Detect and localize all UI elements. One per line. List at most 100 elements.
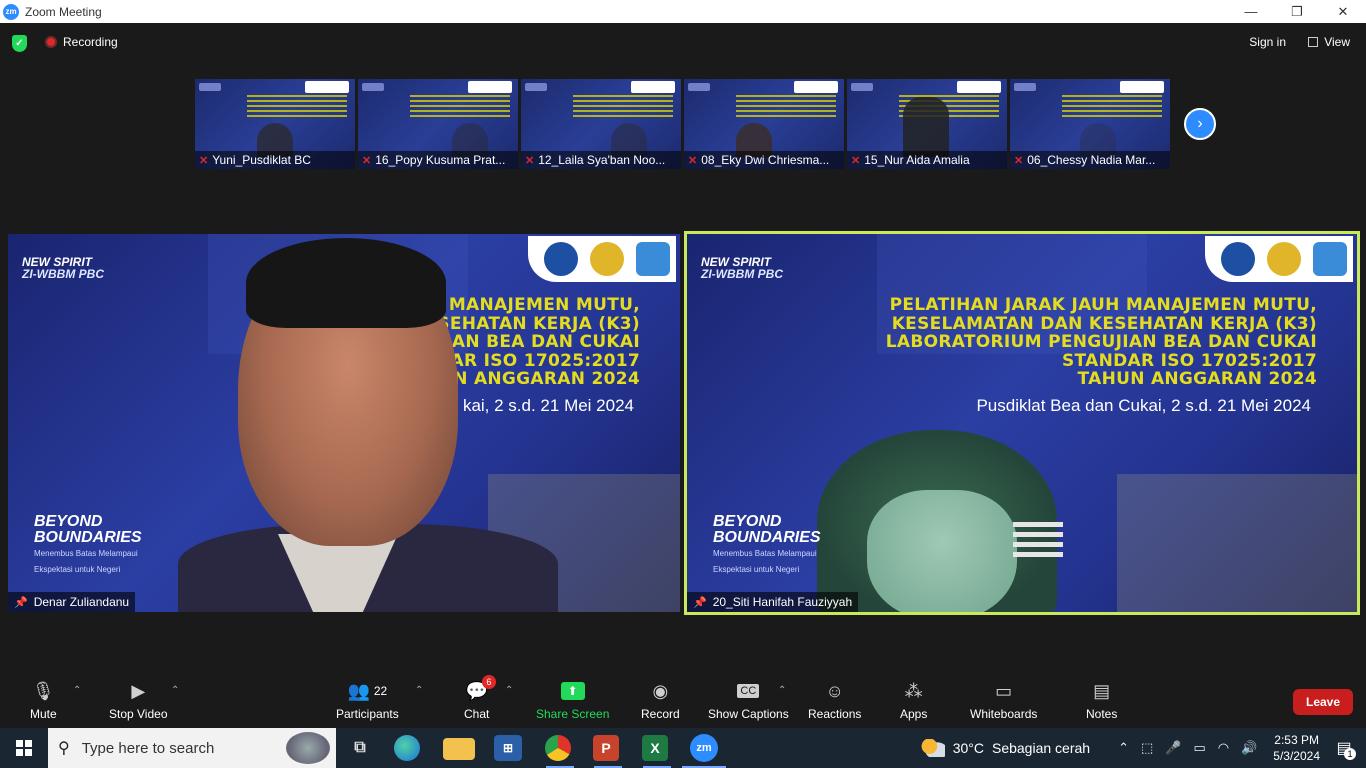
participant-face <box>867 490 1017 612</box>
wifi-icon[interactable]: ◠ <box>1218 740 1229 756</box>
minimize-button[interactable]: — <box>1228 0 1274 23</box>
security-shield-icon[interactable]: ✓ <box>12 35 27 52</box>
participant-name: 20_Siti Hanifah Fauziyyah <box>712 595 853 609</box>
edge-browser-icon[interactable] <box>394 735 420 761</box>
slide-subline-partial: kai, 2 s.d. 21 Mei 2024 <box>462 396 634 415</box>
participant-thumbnail[interactable]: ✕ 12_Laila Sya'ban Noo... <box>521 79 681 169</box>
participant-thumbnail[interactable]: ✕ 15_Nur Aida Amalia <box>847 79 1007 169</box>
mic-muted-icon: ✕ <box>688 154 698 167</box>
share-screen-button[interactable]: ⬆ Share Screen <box>536 679 609 721</box>
participants-icon: 👥 22 <box>347 680 388 701</box>
captions-options-caret-icon[interactable]: ⌃ <box>778 685 786 696</box>
recording-indicator[interactable]: Recording <box>45 35 118 49</box>
windows-logo-icon <box>16 740 32 756</box>
show-hidden-icons-chevron-icon[interactable]: ⌃ <box>1118 740 1129 756</box>
participant-thumbnail[interactable]: ✕ 16_Popy Kusuma Prat... <box>358 79 518 169</box>
participant-name: Denar Zuliandanu <box>33 595 130 609</box>
slide-subline: Pusdiklat Bea dan Cukai, 2 s.d. 21 Mei 2… <box>976 396 1311 415</box>
whiteboard-icon: ▭ <box>995 680 1013 701</box>
chat-unread-badge: 6 <box>481 675 496 689</box>
participant-thumbnail[interactable]: ✕ 06_Chessy Nadia Mar... <box>1010 79 1170 169</box>
organization-logos <box>1205 236 1353 282</box>
notes-button[interactable]: ▤ Notes <box>1086 679 1117 722</box>
start-button[interactable] <box>0 728 48 768</box>
notes-document-icon: ▤ <box>1093 680 1111 701</box>
microphone-in-use-icon[interactable]: 🎤 <box>1165 740 1181 756</box>
microsoft-store-icon[interactable]: ⊞ <box>494 735 522 761</box>
participant-thumbnail[interactable]: ✕ Yuni_Pusdiklat BC <box>195 79 355 169</box>
participant-name: 15_Nur Aida Amalia <box>864 153 970 167</box>
mute-button[interactable]: 🎙 Mute <box>30 679 57 722</box>
clock-time: 2:53 PM <box>1274 733 1319 747</box>
apps-grid-icon: ⁂ <box>904 680 923 701</box>
chat-options-caret-icon[interactable]: ⌃ <box>505 685 513 696</box>
bea-cukai-logo-icon <box>590 242 624 276</box>
chrome-browser-icon[interactable] <box>545 735 571 761</box>
bea-cukai-logo-icon <box>1267 242 1301 276</box>
notification-center-icon[interactable]: ▤ 1 <box>1330 736 1358 760</box>
participants-button[interactable]: 👥 22 Participants <box>336 679 399 722</box>
powerpoint-icon[interactable]: P <box>593 735 619 761</box>
search-placeholder: Type here to search <box>81 739 215 757</box>
whiteboards-button[interactable]: ▭ Whiteboards <box>970 679 1037 722</box>
view-button[interactable]: View <box>1308 35 1350 49</box>
new-spirit-badge: NEW SPIRIT ZI-WBBM PBC <box>22 255 104 281</box>
partly-cloudy-weather-icon[interactable] <box>920 739 945 757</box>
close-button[interactable]: ✕ <box>1320 0 1366 23</box>
search-icon: ⚲ <box>58 740 70 757</box>
grid-view-icon <box>1308 37 1319 47</box>
windows-taskbar: ⚲ Type here to search ⧉ ⊞ P X zm 30°C Se… <box>0 728 1366 768</box>
zoom-logo-icon: zm <box>3 3 19 20</box>
smiley-plus-icon: ☺ <box>825 680 844 701</box>
task-view-icon[interactable]: ⧉ <box>344 732 376 764</box>
microphone-icon: 🎙 <box>31 680 55 701</box>
window-titlebar: zm Zoom Meeting — ❐ ✕ <box>0 0 1366 23</box>
video-options-caret-icon[interactable]: ⌃ <box>171 685 179 696</box>
pin-icon: 📌 <box>693 596 707 609</box>
slide-heading-partial: H MANAJEMEN MUTU, SEHATAN KERJA (K3) JIA… <box>428 295 640 389</box>
system-clock[interactable]: 2:53 PM 5/3/2024 <box>1273 732 1320 764</box>
meeting-area: ✓ Recording Sign in View ✕ Yuni_Pusdiklat… <box>0 23 1366 728</box>
meeting-topbar: ✓ Recording Sign in View <box>0 23 1366 63</box>
view-label: View <box>1324 35 1350 49</box>
next-page-arrow-icon[interactable]: › <box>1184 108 1216 140</box>
organization-logos <box>528 236 676 282</box>
participant-name: 06_Chessy Nadia Mar... <box>1027 153 1156 167</box>
slide-heading: PELATIHAN JARAK JAUH MANAJEMEN MUTU, KES… <box>885 295 1317 389</box>
window-controls: — ❐ ✕ <box>1228 0 1366 23</box>
participant-name-tag: 📌 20_Siti Hanifah Fauziyyah <box>687 592 859 612</box>
share-screen-arrow-icon: ⬆ <box>560 682 585 700</box>
video-tile-active-speaker[interactable]: NEW SPIRIT ZI-WBBM PBC PELATIHAN JARAK J… <box>684 231 1360 615</box>
volume-icon[interactable]: 🔊 <box>1241 740 1257 756</box>
chat-button[interactable]: 💬 6 Chat <box>464 675 496 721</box>
leave-meeting-button[interactable]: Leave <box>1293 689 1353 715</box>
pin-icon: 📌 <box>14 596 28 609</box>
chat-bubble-icon: 💬 6 <box>465 675 496 703</box>
show-captions-button[interactable]: CC Show Captions <box>708 679 789 721</box>
record-circle-icon: ◉ <box>652 680 669 701</box>
kemenkeu-logo-icon <box>1221 242 1255 276</box>
restore-button[interactable]: ❐ <box>1274 0 1320 23</box>
mic-muted-icon: ✕ <box>199 154 209 167</box>
excel-icon[interactable]: X <box>642 735 668 761</box>
apps-button[interactable]: ⁂ Apps <box>900 679 927 722</box>
battery-icon[interactable]: ▭ <box>1193 740 1205 756</box>
meeting-toolbar: 🎙 Mute ⌃ ▶ Stop Video ⌃ 👥 22 Participants… <box>0 673 1366 728</box>
participant-name: 12_Laila Sya'ban Noo... <box>538 153 666 167</box>
zoom-app-icon[interactable]: zm <box>690 734 718 762</box>
meet-now-camera-icon[interactable]: ⬚ <box>1141 740 1153 756</box>
participant-thumbnail[interactable]: ✕ 08_Eky Dwi Chriesma... <box>684 79 844 169</box>
file-explorer-icon[interactable] <box>443 738 475 760</box>
reactions-button[interactable]: ☺ Reactions <box>808 679 861 722</box>
video-tile-speaker[interactable]: NEW SPIRIT ZI-WBBM PBC H MANAJEMEN MUTU,… <box>8 234 680 612</box>
taskbar-search-box[interactable]: ⚲ Type here to search <box>48 728 336 768</box>
clock-date: 5/3/2024 <box>1273 749 1320 763</box>
record-button[interactable]: ◉ Record <box>641 679 680 722</box>
sign-in-button[interactable]: Sign in <box>1249 35 1286 49</box>
stop-video-button[interactable]: ▶ Stop Video <box>109 679 168 722</box>
weather-description[interactable]: Sebagian cerah <box>992 740 1090 756</box>
participant-name: Yuni_Pusdiklat BC <box>212 153 311 167</box>
audio-options-caret-icon[interactable]: ⌃ <box>73 685 81 696</box>
weather-temperature[interactable]: 30°C <box>953 740 984 756</box>
participants-options-caret-icon[interactable]: ⌃ <box>415 685 423 696</box>
